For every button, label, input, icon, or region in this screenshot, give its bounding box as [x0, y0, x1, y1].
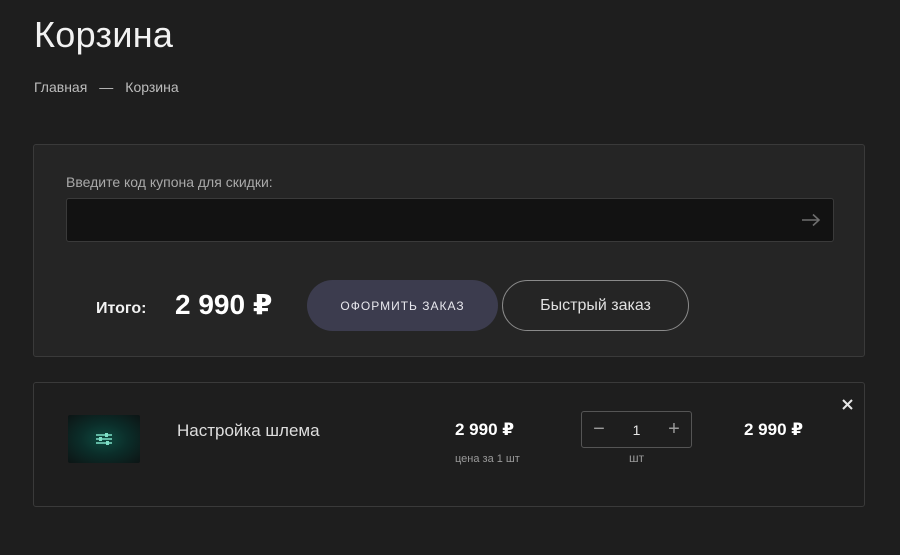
page-title: Корзина	[34, 14, 174, 55]
coupon-label: Введите код купона для скидки:	[66, 174, 273, 190]
coupon-input[interactable]	[67, 199, 811, 241]
quantity-stepper: − 1 +	[581, 411, 692, 448]
checkout-button[interactable]: ОФОРМИТЬ ЗАКАЗ	[307, 280, 498, 331]
cart-page: Корзина Главная — Корзина Введите код ку…	[0, 0, 900, 555]
unit-price-caption: цена за 1 шт	[455, 453, 520, 465]
total-label: Итого:	[96, 300, 147, 317]
breadcrumb-home-link[interactable]: Главная	[34, 79, 87, 95]
quantity-unit: шт	[628, 451, 645, 465]
coupon-submit-button[interactable]	[799, 208, 823, 232]
coupon-field	[66, 198, 834, 242]
breadcrumb-separator: —	[99, 79, 114, 95]
sliders-icon	[96, 433, 112, 445]
close-icon	[841, 398, 853, 410]
cart-item-row: Настройка шлема 2 990 ₽ цена за 1 шт − 1…	[33, 382, 865, 507]
total-value: 2 990 ₽	[175, 289, 273, 320]
quick-order-button[interactable]: Быстрый заказ	[502, 280, 689, 331]
breadcrumb: Главная — Корзина	[34, 79, 179, 95]
quantity-value[interactable]: 1	[616, 412, 657, 447]
remove-item-button[interactable]	[838, 395, 856, 413]
product-name[interactable]: Настройка шлема	[177, 421, 320, 441]
line-total: 2 990 ₽	[744, 420, 804, 439]
unit-price: 2 990 ₽	[455, 420, 515, 439]
breadcrumb-current: Корзина	[125, 79, 179, 95]
order-summary-panel: Введите код купона для скидки: Итого: 2 …	[33, 144, 865, 357]
quantity-decrease-button[interactable]: −	[582, 412, 616, 447]
product-thumbnail[interactable]	[68, 415, 140, 463]
arrow-right-icon	[802, 213, 821, 227]
quantity-increase-button[interactable]: +	[657, 412, 691, 447]
